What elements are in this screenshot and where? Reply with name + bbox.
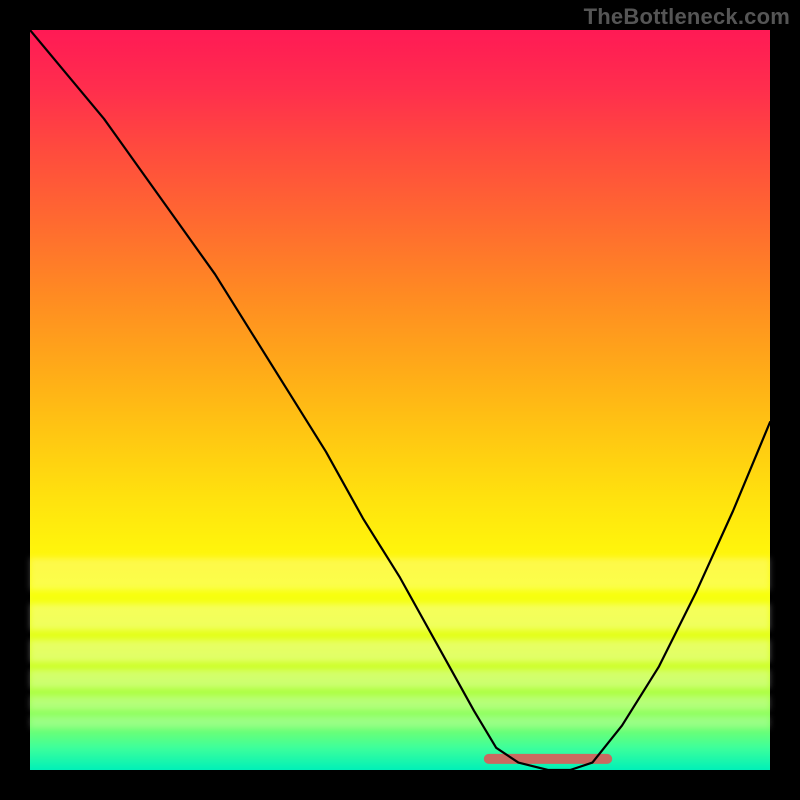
chart-frame: TheBottleneck.com (0, 0, 800, 800)
plot-area (30, 30, 770, 770)
bottleneck-curve-line (30, 30, 770, 770)
watermark-label: TheBottleneck.com (584, 4, 790, 30)
chart-svg (30, 30, 770, 770)
